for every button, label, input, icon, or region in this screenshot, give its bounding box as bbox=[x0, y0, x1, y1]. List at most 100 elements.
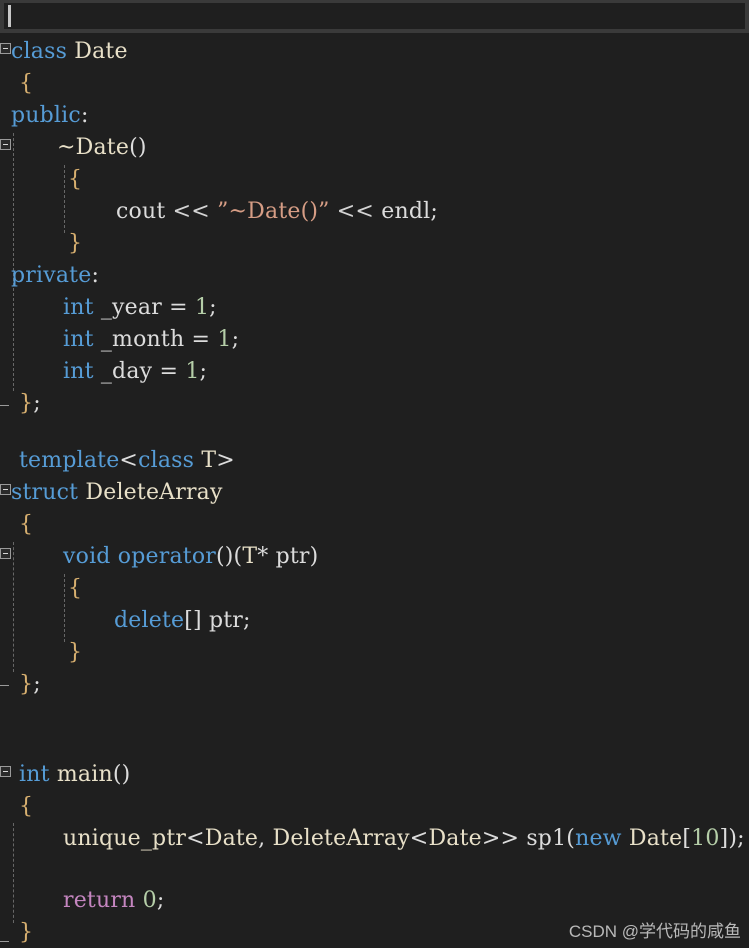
code-token: new bbox=[575, 826, 622, 851]
code-token: } bbox=[19, 920, 34, 945]
code-token: return bbox=[63, 888, 136, 913]
code-line[interactable]: int _day = 1; bbox=[0, 356, 207, 388]
code-token: T bbox=[242, 544, 258, 569]
code-line[interactable]: template<class T> bbox=[0, 445, 235, 477]
code-token: cout bbox=[116, 199, 166, 224]
code-line[interactable]: class Date bbox=[0, 36, 128, 68]
code-token: int bbox=[19, 762, 50, 787]
code-line[interactable]: public: bbox=[0, 100, 89, 132]
code-token: } bbox=[19, 391, 34, 416]
code-token: >> sp1( bbox=[481, 826, 576, 851]
watermark: CSDN @学代码的咸鱼 bbox=[568, 922, 741, 941]
code-token: < bbox=[409, 826, 429, 851]
code-token: ]); bbox=[719, 826, 745, 851]
code-line[interactable]: }; bbox=[0, 388, 41, 420]
code-token: Date bbox=[428, 826, 482, 851]
code-token: 1 bbox=[194, 295, 210, 320]
code-token: () bbox=[112, 762, 131, 787]
code-token: DeleteArray bbox=[85, 480, 223, 505]
code-token: ()( bbox=[215, 544, 243, 569]
code-token: < bbox=[119, 448, 139, 473]
code-token: { bbox=[19, 794, 34, 819]
code-line[interactable]: { bbox=[0, 509, 33, 541]
code-token: int bbox=[63, 295, 94, 320]
code-line[interactable] bbox=[0, 855, 11, 887]
code-token: class bbox=[11, 39, 68, 64]
code-token: } bbox=[68, 231, 83, 256]
code-token: () bbox=[129, 135, 147, 160]
code-line[interactable]: private: bbox=[0, 260, 99, 292]
code-token: << bbox=[336, 199, 375, 224]
code-token: ; bbox=[33, 391, 41, 416]
code-token: ; bbox=[199, 359, 208, 384]
code-line[interactable]: return 0; bbox=[0, 885, 164, 917]
text-cursor bbox=[8, 5, 11, 27]
code-token: endl bbox=[381, 199, 431, 224]
code-token: << bbox=[172, 199, 210, 224]
code-token: int bbox=[63, 327, 94, 352]
code-token: unique_ptr bbox=[63, 826, 187, 851]
code-line[interactable]: } bbox=[0, 917, 33, 948]
code-line[interactable]: }; bbox=[0, 669, 41, 701]
code-line[interactable]: ~Date() bbox=[0, 132, 147, 164]
code-token: 0 bbox=[142, 888, 157, 913]
code-line[interactable] bbox=[0, 701, 11, 733]
code-line[interactable]: { bbox=[0, 573, 82, 605]
code-token: 10 bbox=[691, 826, 720, 851]
code-line[interactable]: delete[] ptr; bbox=[0, 605, 251, 637]
code-token: { bbox=[68, 167, 83, 192]
code-token: : bbox=[80, 103, 89, 128]
code-token: T bbox=[201, 448, 217, 473]
code-line[interactable]: struct DeleteArray bbox=[0, 477, 223, 509]
code-token: DeleteArray bbox=[272, 826, 410, 851]
code-token: 1 bbox=[217, 327, 232, 352]
code-line[interactable]: cout << ”~Date()” << endl; bbox=[0, 196, 438, 228]
code-token: int bbox=[63, 359, 94, 384]
code-editor-surface[interactable]: class Date{public: ~Date(){cout << ”~Date… bbox=[0, 33, 749, 948]
code-token: : bbox=[91, 263, 100, 288]
code-line[interactable]: int _year = 1; bbox=[0, 292, 217, 324]
code-token: { bbox=[19, 512, 34, 537]
code-token: 1 bbox=[185, 359, 200, 384]
toolbar bbox=[0, 0, 749, 33]
code-token: ”~Date()” bbox=[217, 199, 330, 224]
code-token: ; bbox=[156, 888, 165, 913]
search-input[interactable] bbox=[4, 3, 745, 29]
code-token: ; bbox=[209, 295, 217, 320]
code-token: ; bbox=[430, 199, 439, 224]
code-token: ~Date bbox=[57, 135, 130, 160]
code-token: > bbox=[216, 448, 235, 473]
code-token: _year = bbox=[93, 295, 195, 320]
code-token: , bbox=[258, 826, 273, 851]
code-token: [] ptr; bbox=[184, 608, 251, 633]
code-line[interactable]: { bbox=[0, 164, 82, 196]
code-token: } bbox=[19, 672, 34, 697]
code-line[interactable]: } bbox=[0, 228, 82, 260]
code-token: _day = bbox=[93, 359, 186, 384]
code-token: Date bbox=[74, 39, 128, 64]
code-line[interactable]: } bbox=[0, 637, 82, 669]
code-token: struct bbox=[11, 480, 79, 505]
code-line[interactable]: int main() bbox=[0, 759, 130, 791]
code-line[interactable]: unique_ptr<Date, DeleteArray<Date>> sp1(… bbox=[0, 823, 745, 855]
code-token: { bbox=[19, 71, 34, 96]
code-line[interactable]: int _month = 1; bbox=[0, 324, 239, 356]
code-line[interactable]: { bbox=[0, 791, 33, 823]
code-token: Date bbox=[628, 826, 683, 851]
code-token: * ptr) bbox=[257, 544, 319, 569]
code-token: { bbox=[68, 576, 83, 601]
code-token: private bbox=[11, 263, 92, 288]
code-token: operator bbox=[117, 544, 216, 569]
code-token: _month = bbox=[93, 327, 218, 352]
code-token: void bbox=[63, 544, 111, 569]
code-line[interactable]: { bbox=[0, 68, 33, 100]
code-line[interactable]: void operator()(T* ptr) bbox=[0, 541, 318, 573]
code-token: [ bbox=[682, 826, 692, 851]
code-token: main bbox=[56, 762, 113, 787]
